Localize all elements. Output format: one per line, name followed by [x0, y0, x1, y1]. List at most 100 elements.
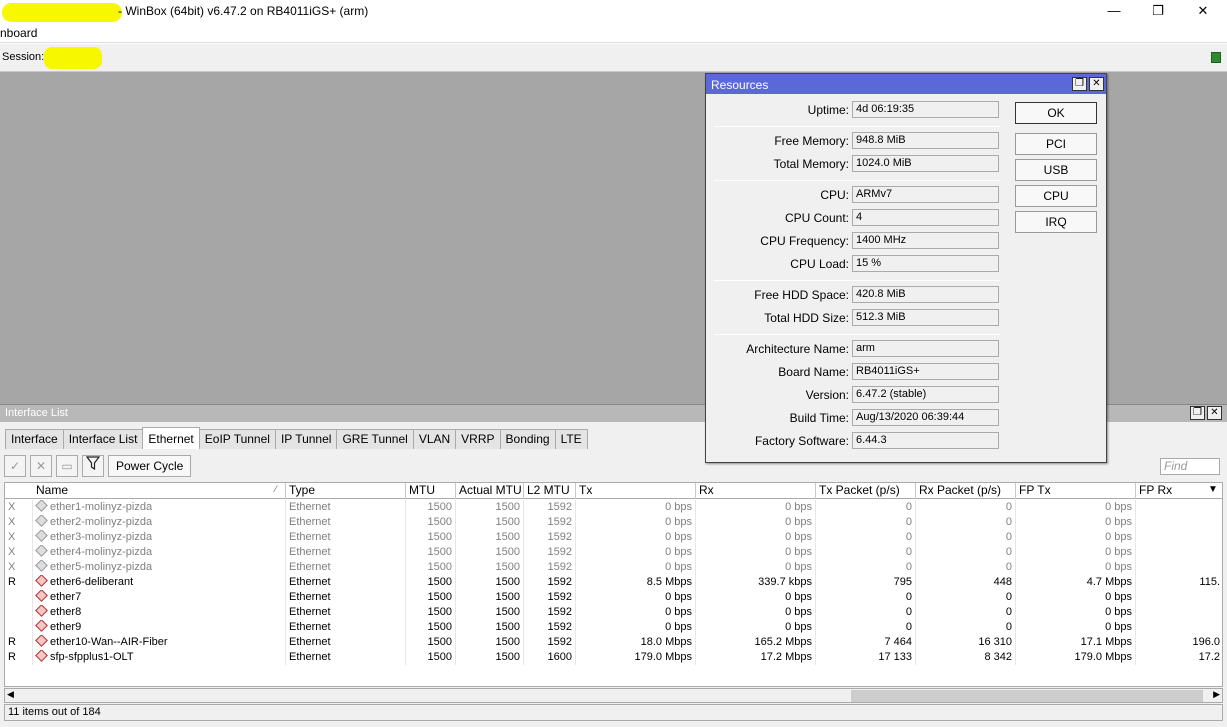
column-header-tx[interactable]: Tx: [576, 483, 696, 499]
column-header-rx-packet-p-s[interactable]: Rx Packet (p/s): [916, 483, 1016, 499]
ok-button[interactable]: OK: [1015, 102, 1097, 124]
cell-l2mtu: 1592: [524, 560, 576, 575]
restore-icon[interactable]: ❐: [1190, 406, 1205, 420]
cell-type: Ethernet: [286, 590, 406, 605]
cell-flag: R: [5, 650, 33, 665]
close-icon[interactable]: ✕: [1089, 77, 1104, 91]
table-row[interactable]: Xether1-molinyz-pizda Ethernet 1500 1500 159…: [5, 500, 1222, 515]
cell-actual-mtu: 1500: [456, 530, 524, 545]
maximize-icon[interactable]: ❐: [1148, 2, 1168, 20]
scroll-left-icon[interactable]: ◀: [7, 689, 14, 700]
cell-fptx: 4.7 Mbps: [1016, 575, 1136, 590]
resource-field: CPU Count: 4: [706, 209, 1006, 227]
interface-name: ether9: [50, 621, 82, 633]
cell-tx: 179.0 Mbps: [576, 650, 696, 665]
resource-value: 4d 06:19:35: [852, 101, 999, 118]
table-row[interactable]: Xether5-molinyz-pizda Ethernet 1500 1500 159…: [5, 560, 1222, 575]
tab-vlan[interactable]: VLAN: [412, 429, 457, 449]
scroll-right-icon[interactable]: ▶: [1213, 689, 1220, 700]
pci-button[interactable]: PCI: [1015, 133, 1097, 155]
disable-icon[interactable]: ✕: [30, 455, 52, 477]
cell-fptx: 0 bps: [1016, 560, 1136, 575]
interface-tabs: Interface Interface List Ethernet EoIP Tunn…: [5, 427, 588, 449]
interface-table: Name Type MTU Actual MTU L2 MTU Tx Rx Tx Packet…: [4, 482, 1223, 687]
menu-item-dashboard[interactable]: nboard: [0, 26, 37, 40]
cell-l2mtu: 1592: [524, 590, 576, 605]
table-row[interactable]: ether9 Ethernet 1500 1500 1592 0 bps 0 bps 0 0 0 …: [5, 620, 1222, 635]
cell-rx: 0 bps: [696, 500, 816, 515]
close-icon[interactable]: ✕: [1193, 2, 1213, 20]
tab-ethernet[interactable]: Ethernet: [142, 427, 200, 449]
separator: [714, 334, 1000, 335]
cell-mtu: 1500: [406, 545, 456, 560]
cell-actual-mtu: 1500: [456, 620, 524, 635]
column-header-fp-tx[interactable]: FP Tx: [1016, 483, 1136, 499]
column-header-name[interactable]: Name: [33, 483, 286, 499]
cell-name: sfp-sfpplus1-OLT: [33, 650, 286, 665]
cell-flag: R: [5, 635, 33, 650]
tab-lte[interactable]: LTE: [554, 429, 588, 449]
cell-tx: 0 bps: [576, 590, 696, 605]
connection-status-icon: [1211, 52, 1221, 63]
table-row[interactable]: Xether4-molinyz-pizda Ethernet 1500 1500 159…: [5, 545, 1222, 560]
irq-button[interactable]: IRQ: [1015, 211, 1097, 233]
cell-actual-mtu: 1500: [456, 590, 524, 605]
column-header-tx-packet-p-s[interactable]: Tx Packet (p/s): [816, 483, 916, 499]
cell-rx: 0 bps: [696, 515, 816, 530]
ethernet-interface-icon: [36, 560, 47, 571]
table-row[interactable]: Rether6-deliberant Ethernet 1500 1500 1592 8.…: [5, 575, 1222, 590]
cell-fprx: [1136, 500, 1222, 515]
cell-type: Ethernet: [286, 515, 406, 530]
column-menu-icon[interactable]: ▼: [1208, 484, 1218, 495]
resource-label: Version:: [805, 388, 849, 402]
tab-eoip-tunnel[interactable]: EoIP Tunnel: [198, 429, 276, 449]
tab-gre-tunnel[interactable]: GRE Tunnel: [336, 429, 414, 449]
power-cycle-button[interactable]: Power Cycle: [108, 455, 192, 477]
column-header-l2-mtu[interactable]: L2 MTU: [524, 483, 576, 499]
filter-icon[interactable]: [82, 455, 104, 477]
table-row[interactable]: Xether2-molinyz-pizda Ethernet 1500 1500 159…: [5, 515, 1222, 530]
interface-name: ether2-molinyz-pizda: [50, 516, 153, 528]
column-header-mtu[interactable]: MTU: [406, 483, 456, 499]
resources-title: Resources: [711, 78, 769, 92]
column-header-rx[interactable]: Rx: [696, 483, 816, 499]
table-row[interactable]: Rsfp-sfpplus1-OLT Ethernet 1500 1500 1600 179…: [5, 650, 1222, 665]
tab-vrrp[interactable]: VRRP: [455, 429, 501, 449]
close-icon[interactable]: ✕: [1207, 406, 1222, 420]
table-row[interactable]: Xether3-molinyz-pizda Ethernet 1500 1500 159…: [5, 530, 1222, 545]
cell-rxp: 16 310: [916, 635, 1016, 650]
cell-rx: 165.2 Mbps: [696, 635, 816, 650]
resource-label: Architecture Name:: [746, 342, 849, 356]
minimize-icon[interactable]: —: [1104, 2, 1124, 20]
find-input[interactable]: Find: [1160, 458, 1220, 475]
resource-label: Factory Software:: [754, 434, 849, 448]
cell-rxp: 0: [916, 605, 1016, 620]
table-row[interactable]: ether7 Ethernet 1500 1500 1592 0 bps 0 bps 0 0 0 …: [5, 590, 1222, 605]
horizontal-scrollbar[interactable]: ◀ ▶: [4, 688, 1223, 703]
separator: [714, 280, 1000, 281]
tab-ip-tunnel[interactable]: IP Tunnel: [274, 429, 338, 449]
column-header-actual-mtu[interactable]: Actual MTU: [456, 483, 524, 499]
resource-value: 1024.0 MiB: [852, 155, 999, 172]
enable-icon[interactable]: ✓: [4, 455, 26, 477]
cell-rx: 339.7 kbps: [696, 575, 816, 590]
cell-name: ether9: [33, 620, 286, 635]
resource-value: 15 %: [852, 255, 999, 272]
tab-interface-list[interactable]: Interface List: [62, 429, 144, 449]
table-row[interactable]: Rether10-Wan--AIR-Fiber Ethernet 1500 1500 1…: [5, 635, 1222, 650]
tab-interface[interactable]: Interface: [5, 429, 64, 449]
resources-titlebar[interactable]: Resources ❐ ✕: [706, 74, 1106, 94]
tab-bonding[interactable]: Bonding: [499, 429, 556, 449]
cpu-button[interactable]: CPU: [1015, 185, 1097, 207]
cell-l2mtu: 1592: [524, 530, 576, 545]
ethernet-interface-icon: [36, 575, 47, 586]
scrollbar-thumb[interactable]: [851, 690, 1203, 702]
comment-icon[interactable]: ▭: [56, 455, 78, 477]
usb-button[interactable]: USB: [1015, 159, 1097, 181]
cell-flag: [5, 620, 33, 635]
restore-icon[interactable]: ❐: [1072, 77, 1087, 91]
cell-l2mtu: 1592: [524, 620, 576, 635]
resource-value: 6.44.3: [852, 432, 999, 449]
column-header-type[interactable]: Type: [286, 483, 406, 499]
table-row[interactable]: ether8 Ethernet 1500 1500 1592 0 bps 0 bps 0 0 0 …: [5, 605, 1222, 620]
